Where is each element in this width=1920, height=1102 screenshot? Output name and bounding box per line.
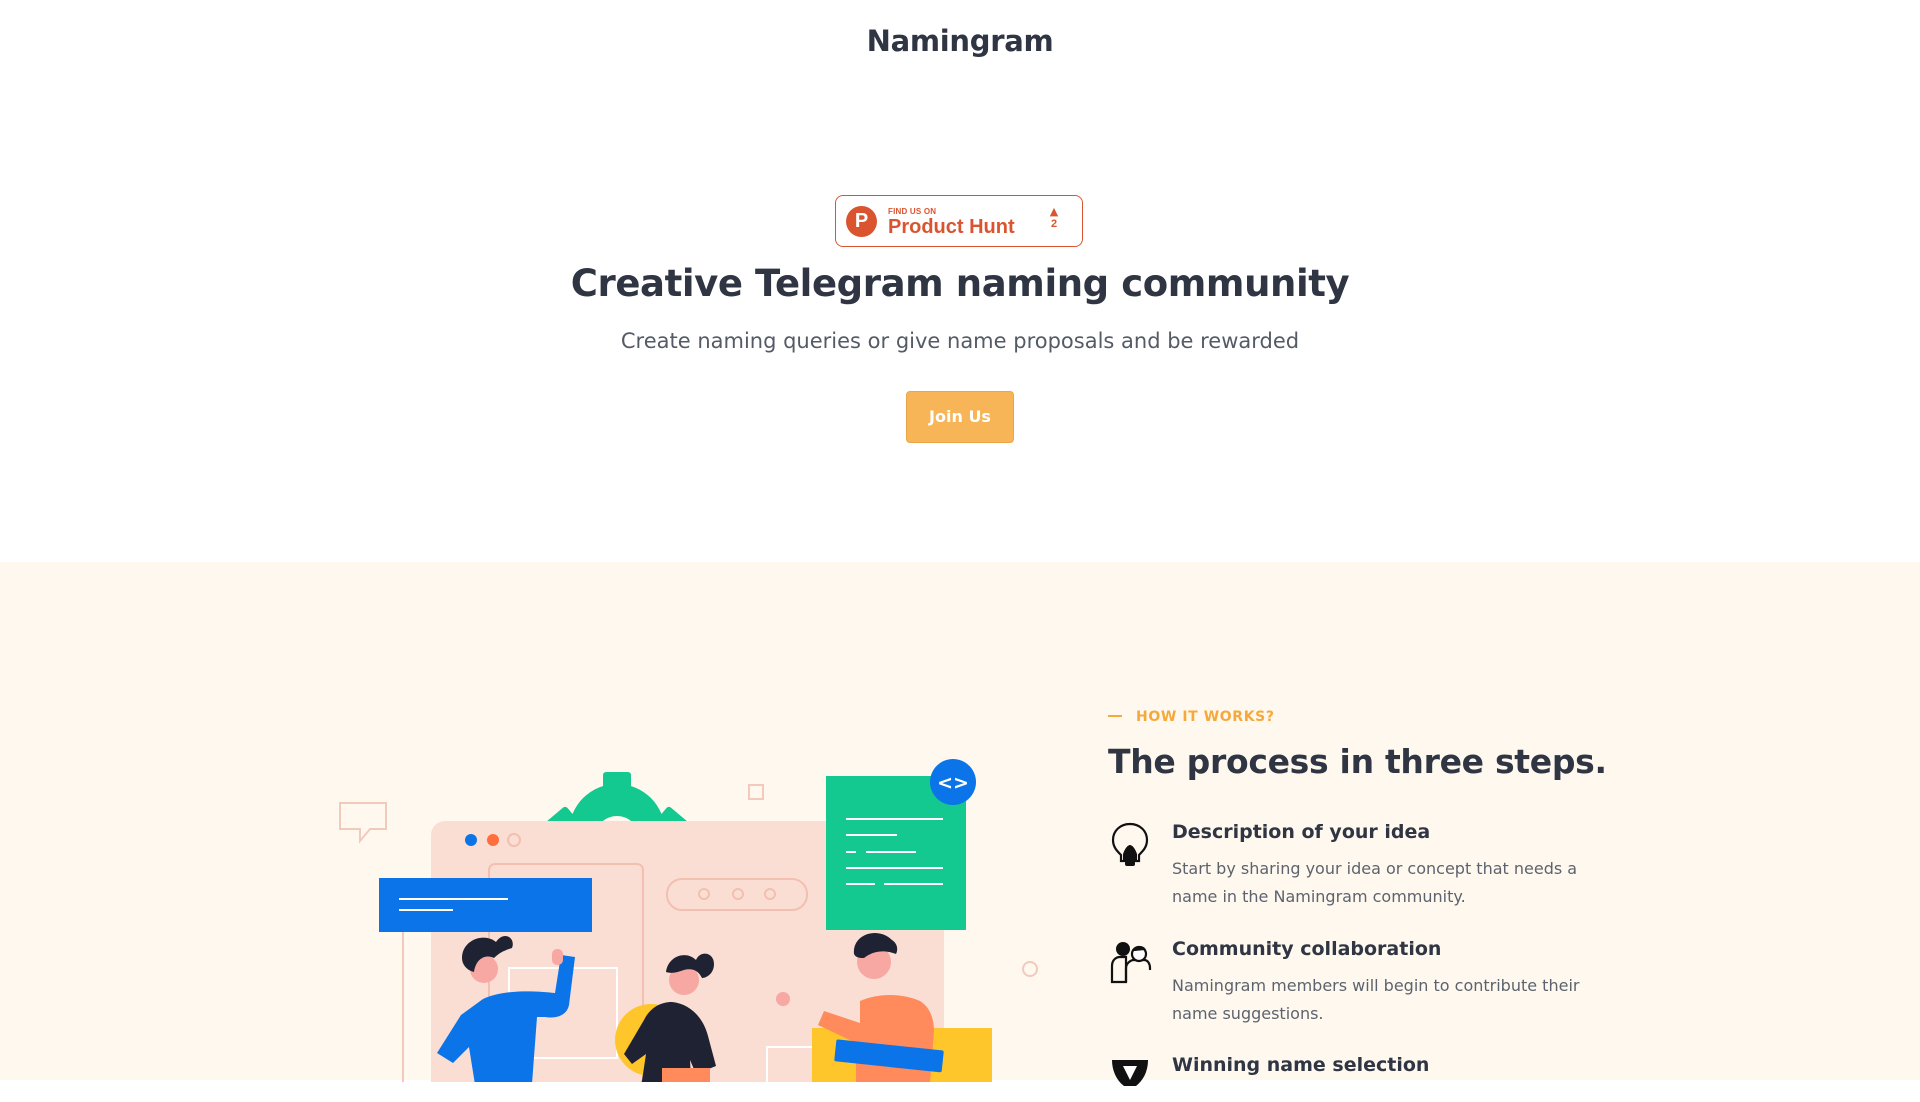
step-title: Community collaboration	[1172, 938, 1442, 960]
vote-count: 2	[1050, 218, 1058, 230]
product-hunt-badge[interactable]: P FIND US ON Product Hunt ▲ 2	[835, 195, 1083, 247]
community-icon	[1110, 942, 1152, 984]
hero-title: Creative Telegram naming community	[570, 262, 1350, 305]
window-dot-blue	[465, 834, 477, 846]
hero-subtitle: Create naming queries or give name propo…	[620, 329, 1300, 353]
eyebrow-dash	[1108, 714, 1122, 717]
hero-section: Namingram P FIND US ON Product Hunt ▲ 2 …	[0, 0, 1920, 562]
window-dot-orange	[487, 834, 499, 846]
brand-logo[interactable]: Namingram	[0, 24, 1920, 58]
how-it-works-section: <> HOW IT WORKS? The process in three st…	[0, 562, 1920, 1086]
product-hunt-votes: ▲ 2	[1044, 205, 1064, 231]
join-us-button[interactable]: Join Us	[906, 391, 1014, 443]
step-title: Winning name selection	[1172, 1054, 1430, 1076]
circle-decor	[1022, 961, 1038, 977]
section-title: The process in three steps.	[1108, 742, 1607, 781]
trophy-icon	[1112, 1060, 1148, 1086]
blue-card	[379, 878, 592, 932]
team-illustration: <>	[339, 759, 1038, 1082]
section-eyebrow: HOW IT WORKS?	[1108, 709, 1275, 725]
product-hunt-logo-icon: P	[846, 206, 877, 237]
step-description: Start by sharing your idea or concept th…	[1172, 859, 1578, 906]
product-hunt-caption: FIND US ON	[888, 207, 937, 216]
step-description: Namingram members will begin to contribu…	[1172, 976, 1580, 1023]
triangle-up-icon: ▲	[1049, 205, 1059, 218]
square-decor	[748, 784, 764, 800]
eyebrow-label: HOW IT WORKS?	[1136, 709, 1275, 725]
code-badge-label: <>	[937, 772, 969, 794]
lightbulb-icon	[1111, 822, 1149, 866]
step-title: Description of your idea	[1172, 821, 1431, 843]
speech-bubble-icon	[339, 802, 387, 844]
product-hunt-name: Product Hunt	[888, 216, 1015, 238]
